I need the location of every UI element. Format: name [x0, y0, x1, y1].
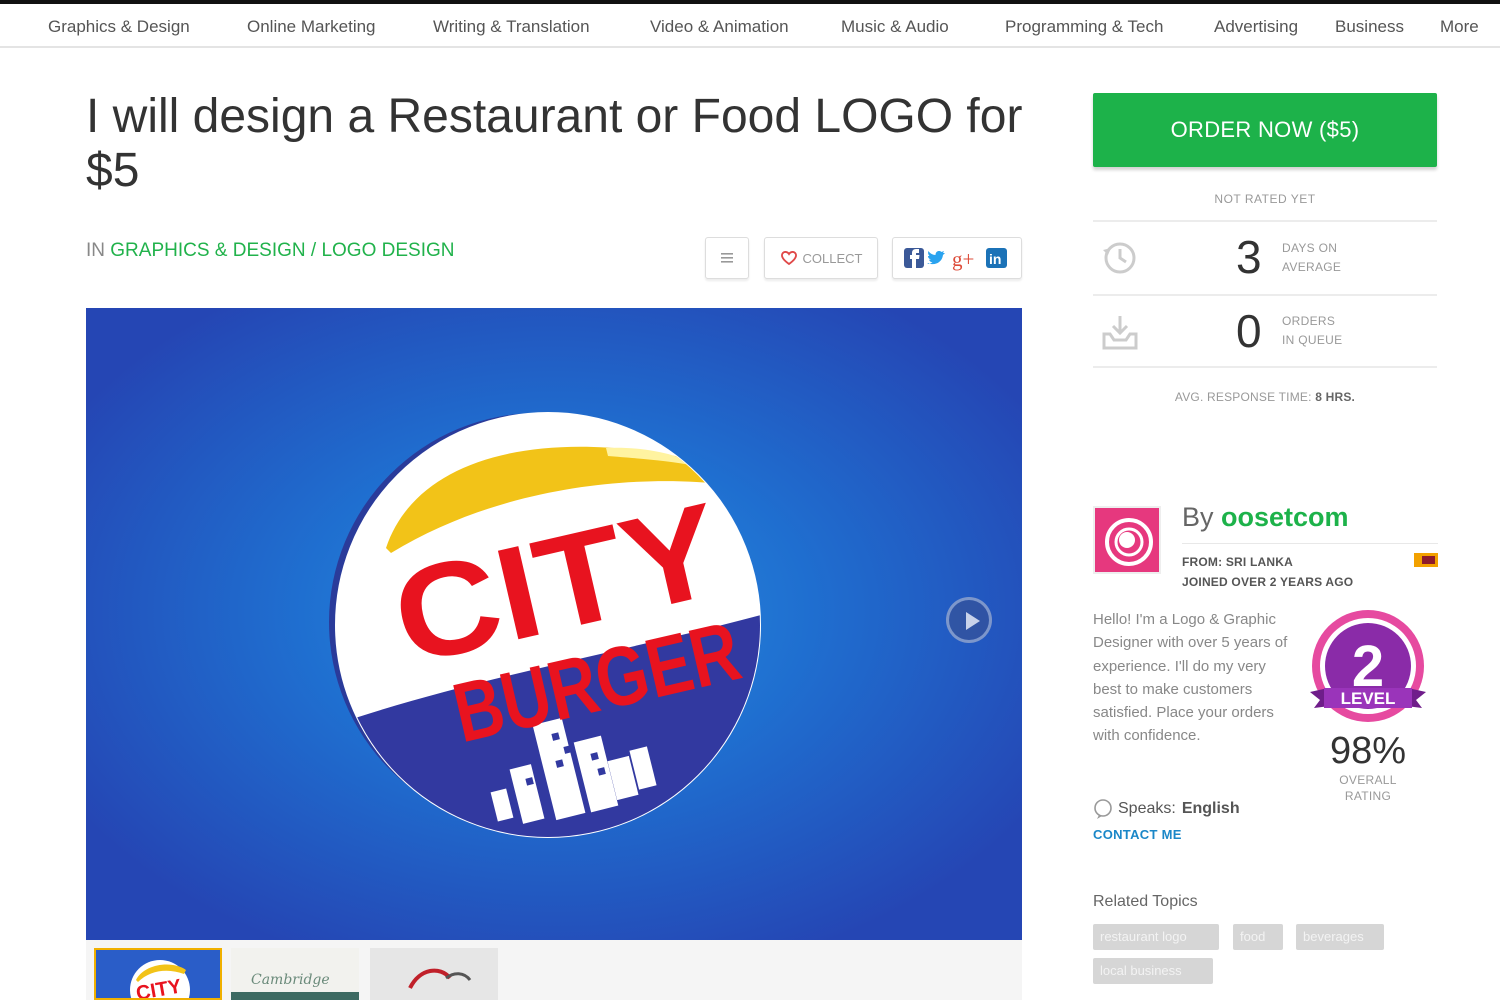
breadcrumb: IN GRAPHICS & DESIGN / LOGO DESIGN	[86, 240, 454, 262]
seller-bio: Hello! I'm a Logo & Graphic Designer wit…	[1093, 611, 1288, 745]
orders-in-queue-value: 0	[1236, 305, 1262, 357]
level-2-badge-icon: 2 LEVEL	[1310, 610, 1426, 722]
nav-item-music-audio[interactable]: Music & Audio	[841, 17, 949, 37]
heart-icon	[780, 251, 797, 266]
play-next-button[interactable]	[946, 597, 992, 643]
divider	[1093, 294, 1437, 296]
related-tag[interactable]: local business	[1093, 958, 1213, 984]
thumbnail-3-art	[408, 968, 472, 990]
nav-item-writing-translation[interactable]: Writing & Translation	[433, 17, 590, 37]
contact-me-link[interactable]: CONTACT ME	[1093, 827, 1182, 842]
twitter-icon[interactable]	[927, 251, 946, 265]
breadcrumb-subcategory-link[interactable]: LOGO DESIGN	[321, 240, 454, 261]
rating-label-line1: OVERALL	[1339, 773, 1397, 787]
list-icon	[721, 253, 733, 263]
seller-byline: By oosetcom	[1182, 502, 1349, 533]
thumbnail-strip: CITY Cambridge	[86, 940, 1022, 1000]
related-tag[interactable]: restaurant logo	[1093, 924, 1219, 950]
related-tag[interactable]: beverages	[1296, 924, 1384, 950]
thumbnail-2[interactable]: Cambridge	[231, 948, 359, 1000]
collect-label: COLLECT	[802, 250, 863, 266]
divider	[1182, 543, 1438, 544]
queue-label-line1: ORDERS	[1282, 314, 1336, 328]
days-on-average-value: 3	[1236, 231, 1262, 283]
response-time-value: 8 HRS.	[1315, 390, 1356, 404]
nav-item-online-marketing[interactable]: Online Marketing	[247, 17, 376, 37]
nav-item-graphics-design[interactable]: Graphics & Design	[48, 17, 190, 37]
thumbnail-2-art: Cambridge	[231, 972, 359, 1000]
seller-languages: Speaks: English	[1093, 799, 1240, 819]
thumbnail-1[interactable]: CITY	[94, 948, 222, 1000]
svg-text:in: in	[989, 251, 1001, 267]
breadcrumb-separator: /	[310, 240, 317, 261]
seller-avatar[interactable]	[1093, 506, 1161, 574]
days-label-line2: AVERAGE	[1282, 260, 1342, 274]
seller-joined: JOINED OVER 2 YEARS AGO	[1182, 575, 1354, 589]
nav-item-video-animation[interactable]: Video & Animation	[650, 17, 789, 37]
collect-button[interactable]: COLLECT	[764, 237, 878, 279]
queue-label-line2: IN QUEUE	[1282, 333, 1343, 347]
speaks-value: English	[1181, 800, 1240, 817]
thumbnail-logo: CITY	[130, 960, 190, 998]
inbox-download-icon	[1102, 316, 1138, 350]
category-nav: Graphics & Design Online Marketing Writi…	[0, 4, 1500, 48]
svg-text:g+: g+	[952, 247, 974, 271]
svg-text:Cambridge: Cambridge	[251, 972, 330, 988]
linkedin-icon[interactable]: in	[986, 248, 1007, 268]
thumbnail-3[interactable]	[370, 948, 498, 1000]
clock-history-icon	[1103, 242, 1136, 274]
breadcrumb-prefix: IN	[86, 240, 105, 261]
facebook-icon[interactable]	[904, 248, 924, 268]
days-on-average-label: DAYS ON AVERAGE	[1282, 239, 1341, 277]
avg-response-time: AVG. RESPONSE TIME: 8 HRS.	[1093, 390, 1437, 404]
rating-label-line2: RATING	[1344, 789, 1392, 803]
seller-name-link[interactable]: oosetcom	[1221, 502, 1349, 532]
by-label: By	[1182, 502, 1214, 532]
city-burger-logo: CITY BURGER	[329, 412, 761, 838]
order-now-button[interactable]: ORDER NOW ($5)	[1093, 93, 1437, 167]
orders-in-queue-label: ORDERS IN QUEUE	[1282, 312, 1342, 350]
seller-country: FROM: SRI LANKA	[1182, 555, 1293, 569]
response-time-label: AVG. RESPONSE TIME:	[1174, 390, 1312, 404]
seller-meta: FROM: SRI LANKA JOINED OVER 2 YEARS AGO	[1182, 552, 1353, 592]
nav-item-advertising[interactable]: Advertising	[1214, 17, 1298, 37]
overall-rating-value: 98%	[1329, 730, 1407, 772]
avatar-logo	[1105, 518, 1153, 566]
days-label-line1: DAYS ON	[1282, 241, 1338, 255]
overall-rating-label: OVERALL RATING	[1320, 772, 1416, 804]
google-plus-icon[interactable]: g+	[952, 247, 974, 271]
divider	[1093, 366, 1437, 368]
speaks-label: Speaks:	[1118, 800, 1176, 817]
related-tag[interactable]: food	[1233, 924, 1283, 950]
gig-main-image[interactable]: CITY BURGER	[86, 308, 1022, 940]
share-icons: g+ in	[904, 247, 1007, 271]
speech-bubble-icon	[1094, 799, 1112, 819]
divider	[1093, 220, 1437, 222]
breadcrumb-category-link[interactable]: GRAPHICS & DESIGN	[110, 240, 305, 261]
nav-item-business[interactable]: Business	[1335, 17, 1404, 37]
share-buttons: g+ in	[892, 237, 1022, 279]
nav-item-more[interactable]: More	[1440, 17, 1479, 37]
gig-title: I will design a Restaurant or Food LOGO …	[86, 90, 1023, 197]
rating-status: NOT RATED YET	[1214, 192, 1316, 206]
sri-lanka-flag-icon	[1414, 553, 1438, 567]
related-topics-heading: Related Topics	[1093, 893, 1198, 910]
svg-text:LEVEL: LEVEL	[1341, 689, 1396, 708]
menu-button[interactable]	[705, 237, 749, 279]
nav-item-programming-tech[interactable]: Programming & Tech	[1005, 17, 1163, 37]
